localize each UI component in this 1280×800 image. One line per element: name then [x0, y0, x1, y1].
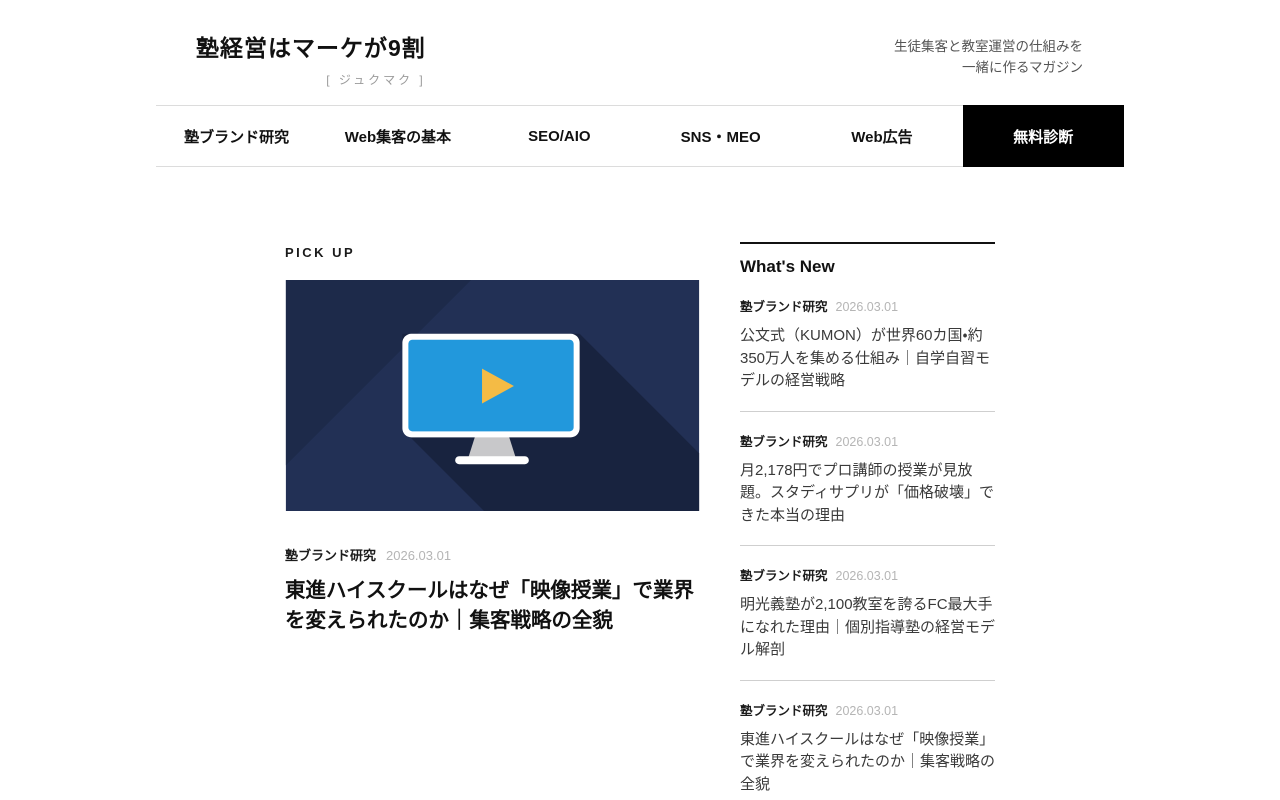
news-item-title[interactable]: 東進ハイスクールはなぜ「映像授業」で業界を変えられたのか｜集客戦略の全貌 — [740, 729, 995, 797]
news-item-date: 2026.03.01 — [836, 702, 899, 720]
nav-item-sns-meo[interactable]: SNS・MEO — [640, 106, 801, 166]
site-tagline: 生徒集客と教室運営の仕組みを 一緒に作るマガジン — [894, 36, 1083, 78]
site-title[interactable]: 塾経営はマーケが9割 — [196, 29, 426, 63]
news-item-meta: 塾ブランド研究 2026.03.01 — [740, 298, 995, 316]
content-area: PICK UP 塾ブランド研究 2026.03.01 東進ハイスクールはなぜ「映… — [285, 242, 995, 800]
news-item-date: 2026.03.01 — [836, 298, 899, 316]
news-item-2[interactable]: 塾ブランド研究 2026.03.01 月2,178円でプロ講師の授業が見放題。ス… — [740, 412, 995, 547]
nav-cta-free-diagnosis[interactable]: 無料診断 — [963, 105, 1124, 167]
news-item-category[interactable]: 塾ブランド研究 — [740, 567, 828, 585]
news-item-category[interactable]: 塾ブランド研究 — [740, 702, 828, 720]
news-item-title[interactable]: 明光義塾が2,100教室を誇るFC最大手になれた理由｜個別指導塾の経営モデル解剖 — [740, 594, 995, 662]
news-item-date: 2026.03.01 — [836, 567, 899, 585]
news-item-meta: 塾ブランド研究 2026.03.01 — [740, 433, 995, 451]
whats-new-section: What's New 塾ブランド研究 2026.03.01 公文式（KUMON）… — [740, 242, 995, 800]
main-nav: 塾ブランド研究 Web集客の基本 SEO/AIO SNS・MEO Web広告 無… — [156, 105, 1124, 167]
site-subtitle: [ ジュクマク ] — [196, 71, 556, 88]
news-item-title[interactable]: 月2,178円でプロ講師の授業が見放題。スタディサプリが「価格破壊」できた本当の… — [740, 460, 995, 528]
news-item-meta: 塾ブランド研究 2026.03.01 — [740, 702, 995, 720]
monitor-stand — [468, 436, 516, 458]
pickup-article-date: 2026.03.01 — [386, 547, 451, 565]
monitor-base — [455, 456, 529, 464]
pickup-article-meta: 塾ブランド研究 2026.03.01 — [285, 547, 700, 565]
news-item-category[interactable]: 塾ブランド研究 — [740, 298, 828, 316]
nav-item-web-marketing-basics[interactable]: Web集客の基本 — [317, 106, 478, 166]
news-item-category[interactable]: 塾ブランド研究 — [740, 433, 828, 451]
nav-item-seo-aio[interactable]: SEO/AIO — [479, 106, 640, 166]
news-item-meta: 塾ブランド研究 2026.03.01 — [740, 567, 995, 585]
site-tagline-line2: 一緒に作るマガジン — [894, 57, 1083, 78]
nav-item-web-ads[interactable]: Web広告 — [801, 106, 962, 166]
pickup-article-title[interactable]: 東進ハイスクールはなぜ「映像授業」で業界を変えられたのか｜集客戦略の全貌 — [285, 576, 700, 636]
whats-new-heading: What's New — [740, 244, 995, 277]
news-item-4[interactable]: 塾ブランド研究 2026.03.01 東進ハイスクールはなぜ「映像授業」で業界を… — [740, 681, 995, 800]
pickup-label: PICK UP — [285, 245, 700, 260]
site-header: 塾経営はマーケが9割 [ ジュクマク ] 生徒集客と教室運営の仕組みを 一緒に作… — [0, 0, 1280, 105]
news-item-date: 2026.03.01 — [836, 433, 899, 451]
video-thumbnail[interactable] — [285, 280, 700, 511]
nav-item-juku-brand-research[interactable]: 塾ブランド研究 — [156, 106, 317, 166]
pickup-article-category[interactable]: 塾ブランド研究 — [285, 547, 376, 565]
news-item-3[interactable]: 塾ブランド研究 2026.03.01 明光義塾が2,100教室を誇るFC最大手に… — [740, 546, 995, 681]
news-item-title[interactable]: 公文式（KUMON）が世界60カ国・約350万人を集める仕組み｜自学自習モデルの… — [740, 325, 995, 393]
pickup-section: PICK UP 塾ブランド研究 2026.03.01 東進ハイスクールはなぜ「映… — [285, 242, 700, 800]
site-tagline-line1: 生徒集客と教室運営の仕組みを — [894, 36, 1083, 57]
news-item-1[interactable]: 塾ブランド研究 2026.03.01 公文式（KUMON）が世界60カ国・約35… — [740, 277, 995, 412]
